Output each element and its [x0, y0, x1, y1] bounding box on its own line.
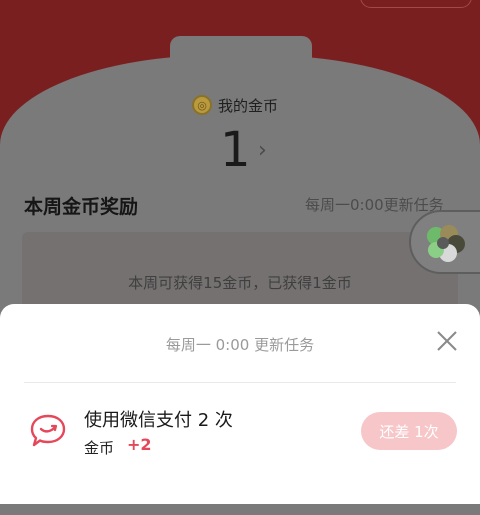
sheet-divider: [24, 382, 456, 383]
multi-circle-icon[interactable]: [420, 222, 468, 264]
top-pill-button[interactable]: [360, 0, 472, 8]
coin-count[interactable]: 1: [220, 122, 251, 178]
weekly-reward-summary: 本周可获得15金币，已获得1金币: [128, 274, 352, 292]
weekly-reward-title: 本周金币奖励: [24, 196, 139, 218]
close-icon[interactable]: [434, 328, 460, 354]
coin-icon: ◎: [192, 95, 212, 115]
coin-header: ◎ 我的金币: [192, 94, 278, 116]
chevron-right-icon[interactable]: ›: [258, 138, 267, 163]
task-title: 使用微信支付 2 次: [84, 410, 233, 431]
chat-bubble-icon: [30, 414, 66, 447]
task-reward-label: 金币: [84, 439, 115, 457]
task-progress-button[interactable]: 还差 1次: [361, 412, 457, 450]
weekly-update-note: 每周一0:00更新任务: [305, 196, 444, 214]
coin-label: 我的金币: [218, 96, 279, 115]
task-reward-value: +2: [127, 435, 152, 454]
sheet-title: 每周一 0:00 更新任务: [165, 336, 315, 354]
